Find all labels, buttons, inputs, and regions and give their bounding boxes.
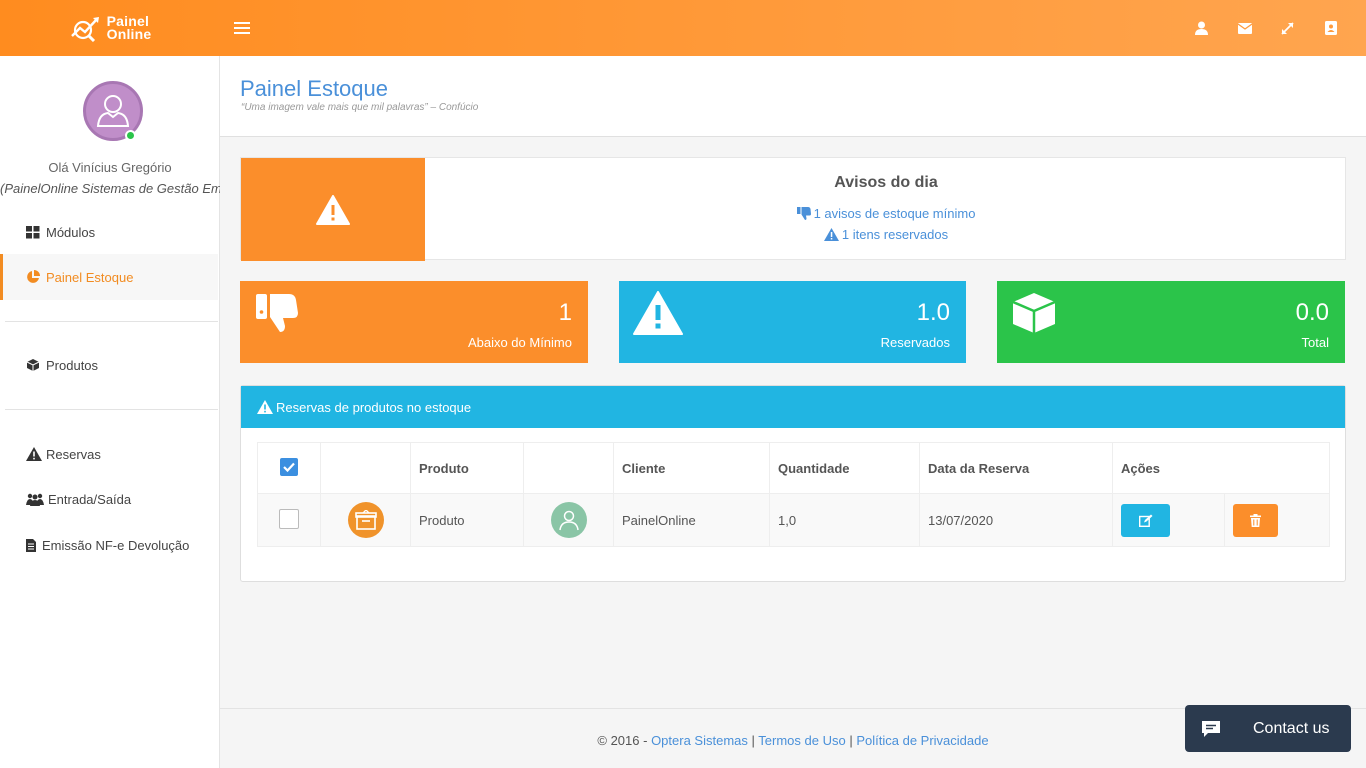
stat-value: 1 [558,299,572,326]
stat-reserved[interactable]: 1.0 Reservados [619,281,966,363]
grid-icon [26,225,42,239]
terms-link[interactable]: Termos de Uso [758,733,845,748]
table-header-row: Produto Cliente Quantidade Data da Reser… [257,442,1330,494]
col-header-produto: Produto [410,442,524,494]
pie-chart-icon [26,270,42,284]
sidebar-item-label: Reservas [46,446,101,462]
footer-separator: | [751,733,755,748]
min-stock-notice-link[interactable]: 1 avisos de estoque mínimo [425,206,1347,221]
reservations-table: Produto Cliente Quantidade Data da Reser… [257,442,1330,547]
alert-icon-area [241,158,425,261]
expand-icon[interactable] [1266,0,1309,56]
chat-icon [1202,720,1220,737]
col-header-cliente: Cliente [613,442,770,494]
page-subtitle: “Uma imagem vale mais que mil palavras” … [241,102,479,113]
edit-action-cell [1112,493,1225,547]
people-icon [26,492,44,506]
online-status-dot [125,130,136,141]
sidebar-item-label: Produtos [46,357,99,373]
footer-separator: | [849,733,853,748]
trash-icon [1250,513,1261,527]
stat-label: Reservados [880,335,950,350]
reservations-panel: Reservas de produtos no estoque Produto … [240,385,1346,582]
quantity-value: 1,0 [769,493,920,547]
nav-divider [5,409,218,410]
col-header-data: Data da Reserva [919,442,1113,494]
client-image-column-header [523,442,614,494]
product-image-cell [320,493,411,547]
stat-below-minimum[interactable]: 1 Abaixo do Mínimo [240,281,588,363]
row-checkbox[interactable] [279,508,299,529]
user-greeting: Olá Vinícius Gregório [48,160,172,175]
privacy-link[interactable]: Política de Privacidade [856,733,988,748]
stat-label: Abaixo do Mínimo [467,335,572,350]
sidebar-item-label: Entrada/Saída [48,491,132,507]
sidebar-item-label: Emissão NF-e Devolução [42,537,190,553]
row-select-cell [257,493,321,547]
daily-notices-box: Avisos do dia 1 avisos de estoque mínimo… [240,157,1347,261]
table-row: Produto PainelOnline 1,0 13/07/2020 [257,493,1330,547]
delete-button[interactable] [1233,503,1278,537]
warning-icon [257,400,273,414]
thumbs-down-icon [254,291,300,338]
mail-icon[interactable] [1223,0,1266,56]
optera-link[interactable]: Optera Sistemas [651,733,748,748]
select-all-cell [257,442,321,494]
thumbs-down-icon [796,207,811,220]
stat-value: 0.0 [1295,299,1329,326]
product-name: Produto [410,493,524,547]
client-image-cell [523,493,614,547]
col-header-quantidade: Quantidade [769,442,920,494]
client-name: PainelOnline [613,493,770,547]
copyright-text: © 2016 - [597,733,648,748]
menu-toggle-icon[interactable] [234,19,250,37]
sidebar-item-label: Módulos [46,224,96,240]
select-all-checkbox[interactable] [280,457,298,476]
delete-action-cell [1224,493,1330,547]
product-box-icon [347,502,384,538]
cube-icon [26,358,42,372]
top-bar: Painel Online [0,0,1366,56]
notices-title: Avisos do dia [834,174,938,191]
sidebar-item-painel-estoque[interactable]: Painel Estoque [0,254,218,300]
edit-button[interactable] [1121,503,1170,537]
brand-name: Painel Online [106,13,152,42]
warning-icon [633,291,683,340]
panel-title: Reservas de produtos no estoque [276,399,472,415]
sidebar-item-produtos[interactable]: Produtos [0,342,218,388]
reservation-date: 13/07/2020 [919,493,1113,547]
edit-icon [1138,514,1152,527]
client-avatar-icon [550,502,587,538]
page-header: Painel Estoque “Uma imagem vale mais que… [220,56,1366,137]
warning-icon [823,228,839,241]
sidebar-item-label: Painel Estoque [46,269,134,285]
document-icon [26,538,38,552]
reserved-items-notice-link[interactable]: 1 itens reservados [425,227,1347,242]
contacts-icon[interactable] [1309,0,1352,56]
sidebar-item-entrada-saida[interactable]: Entrada/Saída [0,476,218,522]
stat-label: Total [1301,335,1329,350]
user-icon[interactable] [1180,0,1223,56]
panel-header: Reservas de produtos no estoque [241,386,1345,428]
contact-us-button[interactable]: Contact us [1185,705,1351,752]
cube-icon [1011,291,1057,340]
sidebar: Olá Vinícius Gregório (PainelOnline Sist… [0,56,220,768]
warning-icon [316,194,350,225]
nav-divider [5,321,218,322]
contact-us-label: Contact us [1253,719,1330,737]
user-company: (PainelOnline Sistemas de Gestão Empresa… [0,181,220,196]
page-title: Painel Estoque [240,76,388,101]
logo-icon [70,17,99,42]
image-column-header [320,442,411,494]
stat-total[interactable]: 0.0 Total [997,281,1345,363]
warning-icon [26,447,42,461]
sidebar-item-emissao-nfe[interactable]: Emissão NF-e Devolução [0,522,218,568]
sidebar-item-reservas[interactable]: Reservas [0,431,218,477]
sidebar-item-modulos[interactable]: Módulos [0,209,218,255]
col-header-acoes: Ações [1112,442,1330,494]
brand-logo[interactable]: Painel Online [0,0,220,56]
stat-value: 1.0 [916,299,950,326]
